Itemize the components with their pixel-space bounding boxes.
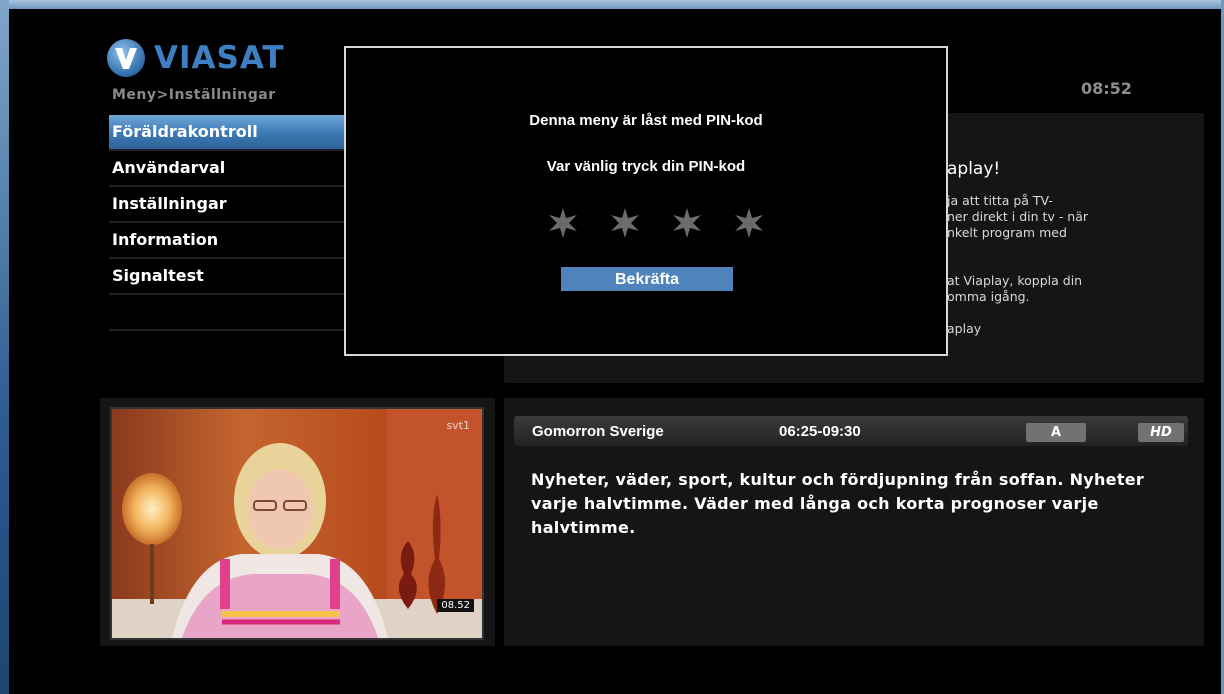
pin-digit-placeholder-icon [735, 208, 763, 238]
confirm-button[interactable]: Bekräfta [561, 267, 733, 291]
pin-dialog: Denna meny är låst med PIN-kod Var vänli… [344, 46, 948, 356]
info-line: ja att titta på TV- [947, 193, 1053, 208]
channel-logo: svt1 [446, 419, 470, 432]
tv-screen: VIASAT Meny>Inställningar 08:52 Föräldra… [9, 9, 1221, 694]
video-preview[interactable]: svt1 08.52 [110, 407, 484, 640]
viasat-logo: VIASAT [106, 38, 285, 78]
menu-item-empty [109, 295, 355, 331]
info-line: at Viaplay, koppla din [947, 273, 1083, 288]
menu-item-user-preferences[interactable]: Användarval [109, 151, 355, 187]
breadcrumb: Meny>Inställningar [112, 87, 276, 103]
rating-badge: A [1026, 423, 1086, 442]
info-title: aplay! [947, 159, 1001, 179]
screen-frame-left [0, 0, 9, 694]
dialog-prompt: Var vänlig tryck din PIN-kod [546, 158, 746, 175]
menu-item-signal-test[interactable]: Signaltest [109, 259, 355, 295]
pin-digit-placeholder-icon [673, 208, 701, 238]
settings-menu: Föräldrakontroll Användarval Inställning… [109, 115, 355, 331]
viasat-logo-icon [107, 39, 145, 77]
screen-frame-top [0, 0, 1224, 9]
program-header: Gomorron Sverige 06:25-09:30 A HD [514, 416, 1188, 446]
pin-digit-placeholder-icon [549, 208, 577, 238]
info-line: aplay [947, 321, 982, 336]
info-line: nkelt program med [947, 225, 1067, 240]
program-time: 06:25-09:30 [779, 423, 861, 440]
video-timestamp: 08.52 [437, 599, 474, 612]
hd-badge: HD [1138, 423, 1184, 442]
pin-input[interactable] [546, 206, 766, 246]
program-description: Nyheter, väder, sport, kultur och fördju… [531, 470, 1145, 537]
menu-item-settings[interactable]: Inställningar [109, 187, 355, 223]
dialog-message: Denna meny är låst med PIN-kod [529, 112, 763, 129]
program-name: Gomorron Sverige [532, 423, 664, 440]
menu-item-information[interactable]: Information [109, 223, 355, 259]
video-preview-panel: svt1 08.52 [100, 398, 495, 646]
program-info-panel: Gomorron Sverige 06:25-09:30 A HD Nyhete… [504, 398, 1204, 646]
clock: 08:52 [1081, 79, 1132, 98]
info-line: omma igång. [947, 289, 1030, 304]
menu-item-parental-control[interactable]: Föräldrakontroll [109, 115, 355, 151]
pin-digit-placeholder-icon [611, 208, 639, 238]
brand-name: VIASAT [154, 40, 285, 76]
live-tv-frame [112, 409, 482, 638]
info-line: ner direkt i din tv - när [947, 209, 1089, 224]
